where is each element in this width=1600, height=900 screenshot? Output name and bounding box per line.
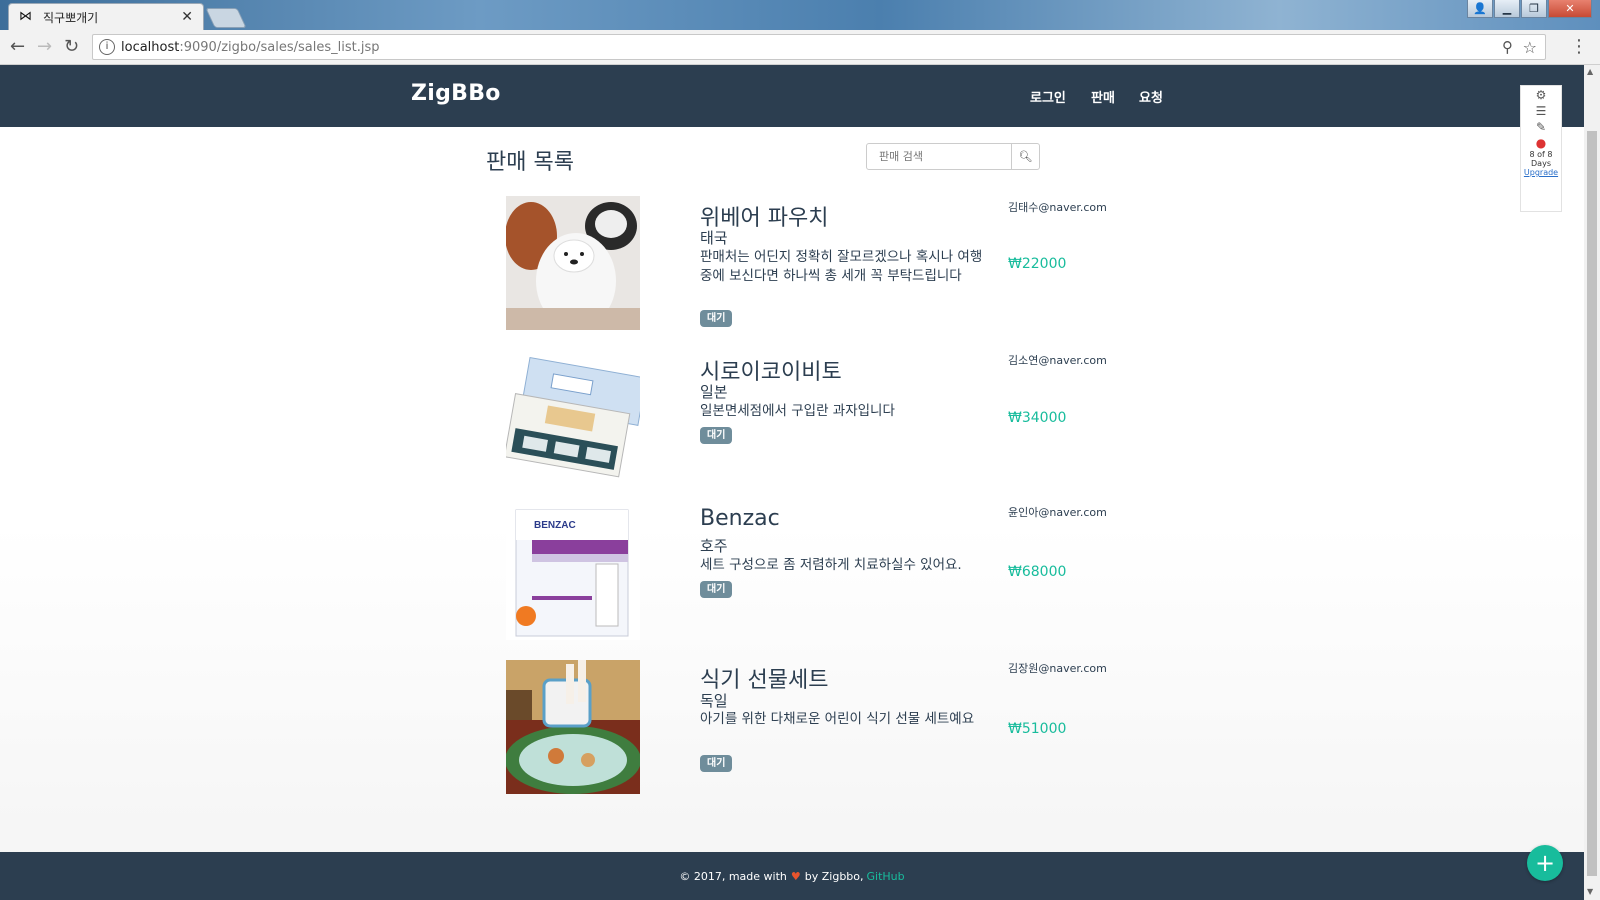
footer-prefix: © 2017, made with xyxy=(679,869,787,883)
heart-icon: ♥ xyxy=(790,869,801,883)
item-email: 김소연@naver.com xyxy=(1008,354,1107,367)
site-navbar: ZigBBo 로그인 판매 요청 xyxy=(0,65,1584,127)
search-button[interactable]: 🔍︎ xyxy=(1011,143,1040,170)
item-country: 태국 xyxy=(700,229,728,247)
back-arrow-icon[interactable]: ← xyxy=(10,36,25,57)
browser-tab[interactable]: ⋈ 직구뽀개기 ✕ xyxy=(8,3,204,30)
github-link[interactable]: GitHub xyxy=(867,870,905,883)
bookmark-star-icon[interactable]: ☆ xyxy=(1523,38,1537,57)
scroll-down-icon[interactable]: ▼ xyxy=(1587,887,1593,896)
item-email: 윤인아@naver.com xyxy=(1008,506,1107,519)
item-email: 김태수@naver.com xyxy=(1008,201,1107,214)
item-description: 일본면세점에서 구입란 과자입니다 xyxy=(700,403,895,419)
svg-text:BENZAC: BENZAC xyxy=(534,520,576,531)
tab-close-icon[interactable]: ✕ xyxy=(181,9,193,25)
extension-widget[interactable]: ⚙ ☰ ✎ ● 8 of 8 Days Upgrade xyxy=(1520,85,1562,212)
site-footer: © 2017, made with ♥ by Zigbbo, GitHub xyxy=(0,852,1584,900)
footer-middle: by Zigbbo, xyxy=(804,869,864,883)
item-description: 아기를 위한 다채로운 어린이 식기 선물 세트예요 xyxy=(700,711,975,727)
search-icon: 🔍︎ xyxy=(1018,150,1033,163)
product-image[interactable] xyxy=(506,660,640,794)
item-price: ₩51000 xyxy=(1008,721,1067,737)
search-input[interactable] xyxy=(866,143,1012,170)
address-bar[interactable]: i localhost :9090/zigbo/sales/sales_list… xyxy=(92,34,1546,60)
product-image[interactable] xyxy=(506,196,640,330)
item-description: 세트 구성으로 좀 저렴하게 치료하실수 있어요. xyxy=(700,557,962,573)
tab-title: 직구뽀개기 xyxy=(43,10,99,25)
url-host: localhost xyxy=(121,39,180,55)
page-title: 판매 목록 xyxy=(486,150,574,175)
item-price: ₩34000 xyxy=(1008,410,1067,426)
gear-icon[interactable]: ⚙ xyxy=(1521,88,1561,102)
item-description: 판매처는 어딘지 정확히 잘모르겠으나 혹시나 여행중에 보신다면 하나씩 총 … xyxy=(700,249,983,284)
window-titlebar: ⋈ 직구뽀개기 ✕ 👤 ▁ ❐ ✕ xyxy=(0,0,1600,30)
zoom-icon[interactable]: ⚲ xyxy=(1502,38,1513,56)
nav-login[interactable]: 로그인 xyxy=(1030,87,1066,106)
minimize-button[interactable]: ▁ xyxy=(1494,0,1520,18)
item-price: ₩22000 xyxy=(1008,256,1067,272)
url-path: :9090/zigbo/sales/sales_list.jsp xyxy=(179,39,380,55)
status-badge: 대기 xyxy=(700,427,733,444)
trial-unit: Days xyxy=(1531,159,1551,168)
reload-icon[interactable]: ↻ xyxy=(64,36,79,57)
trial-count: 8 of 8 xyxy=(1529,150,1553,159)
add-item-button[interactable]: + xyxy=(1527,845,1563,881)
product-image[interactable]: BENZAC xyxy=(506,506,640,640)
nav-requests[interactable]: 요청 xyxy=(1139,87,1163,106)
nav-sales[interactable]: 판매 xyxy=(1091,87,1115,106)
tools-icon[interactable]: ✎ xyxy=(1521,120,1561,134)
new-tab-button[interactable] xyxy=(205,8,247,28)
scrollbar-thumb[interactable] xyxy=(1587,131,1597,876)
item-country: 일본 xyxy=(700,383,728,401)
browser-toolbar: ← → ↻ i localhost :9090/zigbo/sales/sale… xyxy=(0,30,1600,65)
profile-icon[interactable]: 👤 xyxy=(1467,0,1493,18)
item-title[interactable]: Benzac xyxy=(700,506,780,531)
forward-arrow-icon[interactable]: → xyxy=(37,36,52,57)
upgrade-link[interactable]: Upgrade xyxy=(1521,168,1561,177)
page-viewport: ZigBBo 로그인 판매 요청 판매 목록 🔍︎ 위베어 파우치 태국 판매처… xyxy=(0,65,1584,900)
browser-menu-icon[interactable]: ⋮ xyxy=(1570,36,1588,57)
product-image[interactable] xyxy=(506,352,640,486)
info-icon[interactable]: i xyxy=(99,39,115,55)
item-email: 김장원@naver.com xyxy=(1008,662,1107,675)
menu-icon[interactable]: ☰ xyxy=(1521,104,1561,118)
page-scrollbar[interactable]: ▲ ▼ xyxy=(1584,65,1600,900)
status-badge: 대기 xyxy=(700,581,733,598)
scroll-up-icon[interactable]: ▲ xyxy=(1587,67,1593,76)
alert-icon: ● xyxy=(1535,136,1547,150)
item-country: 호주 xyxy=(700,537,728,555)
window-controls: 👤 ▁ ❐ ✕ xyxy=(1466,0,1592,18)
bowtie-icon: ⋈ xyxy=(19,9,32,24)
status-badge: 대기 xyxy=(700,310,733,327)
item-country: 독일 xyxy=(700,692,728,710)
item-price: ₩68000 xyxy=(1008,564,1067,580)
status-badge: 대기 xyxy=(700,755,733,772)
restore-button[interactable]: ❐ xyxy=(1521,0,1547,18)
brand-logo[interactable]: ZigBBo xyxy=(411,81,501,106)
close-window-button[interactable]: ✕ xyxy=(1548,0,1592,18)
